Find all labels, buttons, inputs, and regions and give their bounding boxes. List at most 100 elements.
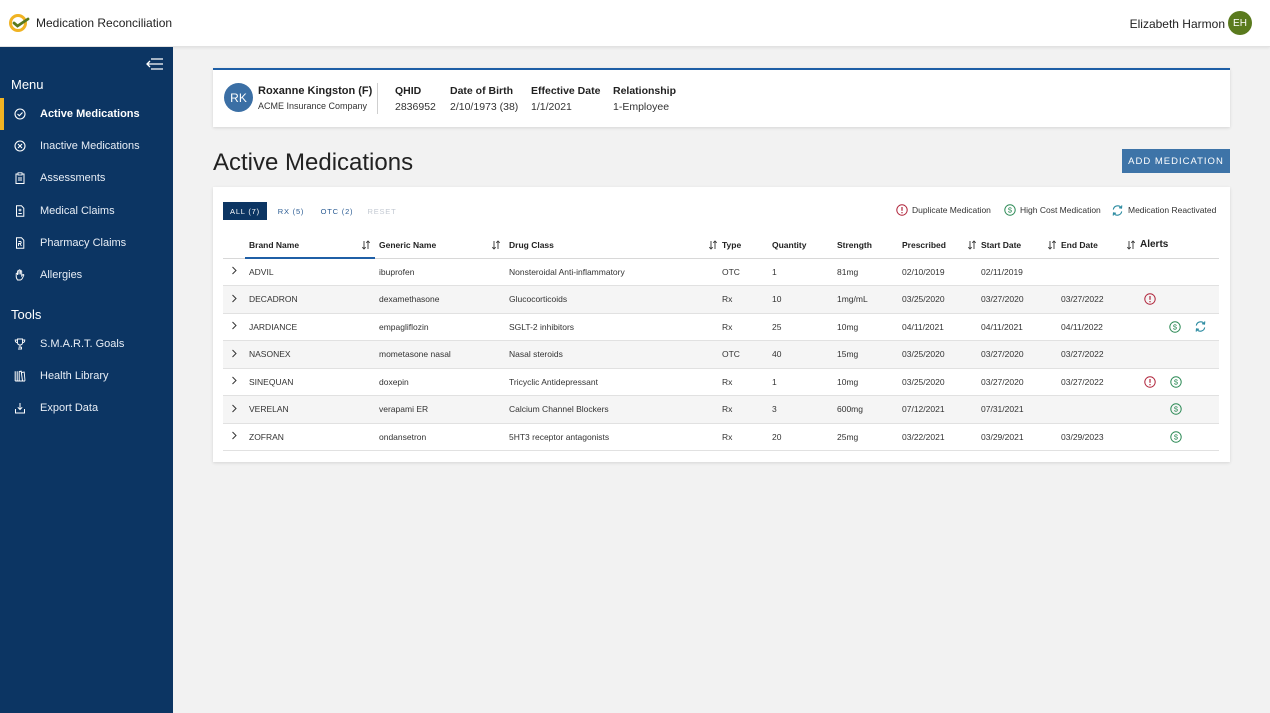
sort-icon[interactable] [1126, 240, 1136, 250]
patient-field-relationship: Relationship 1-Employee [613, 85, 676, 113]
table-row[interactable]: NASONEX mometasone nasal Nasal steroids OTC… [223, 340, 1219, 369]
header-generic-name[interactable]: Generic Name [375, 232, 505, 259]
trophy-icon [13, 337, 27, 351]
cell-drug-class: Nonsteroidal Anti-inflammatory [505, 258, 722, 286]
cell-brand: ADVIL [245, 258, 375, 286]
dollar-circle-icon[interactable]: $ [1169, 320, 1194, 334]
header-prescribed[interactable]: Prescribed [902, 232, 981, 259]
sort-icon[interactable] [708, 240, 718, 250]
table-row[interactable]: JARDIANCE empagliflozin SGLT-2 inhibitors R… [223, 313, 1219, 341]
sidebar: Menu Active Medications Inactive Medicat… [0, 47, 173, 713]
header-start-date[interactable]: Start Date [981, 232, 1061, 259]
expand-row-cell[interactable] [223, 368, 245, 396]
sidebar-item-label: Health Library [40, 370, 109, 382]
expand-row-cell[interactable] [223, 285, 245, 314]
sidebar-item-allergies[interactable]: Allergies [0, 259, 173, 291]
cell-start: 07/31/2021 [981, 395, 1061, 424]
table-row[interactable]: DECADRON dexamethasone Glucocorticoids Rx 10… [223, 285, 1219, 314]
menu-section-label: Menu [11, 77, 44, 92]
sidebar-item-inactive-medications[interactable]: Inactive Medications [0, 130, 173, 162]
header-label: Type [722, 239, 742, 250]
add-medication-button[interactable]: ADD MEDICATION [1122, 149, 1230, 173]
header-type: Type [722, 232, 772, 259]
field-label: QHID [395, 85, 422, 97]
filter-otc[interactable]: OTC (2) [316, 202, 358, 220]
svg-text:$: $ [1174, 405, 1179, 414]
cell-prescribed: 03/25/2020 [902, 285, 981, 314]
sidebar-item-medical-claims[interactable]: Medical Claims [0, 195, 173, 227]
sort-icon[interactable] [967, 240, 977, 250]
expand-row-cell[interactable] [223, 258, 245, 286]
duplicate-alert-icon[interactable] [1144, 375, 1170, 389]
chevron-right-icon[interactable] [230, 431, 238, 440]
cell-quantity: 20 [772, 423, 837, 451]
header-brand-name[interactable]: Brand Name [245, 232, 375, 259]
table-row[interactable]: ADVIL ibuprofen Nonsteroidal Anti-inflamma… [223, 258, 1219, 286]
header-alerts: Alerts [1140, 232, 1219, 259]
filter-reset[interactable]: RESET [363, 202, 401, 220]
header-label: Quantity [772, 239, 807, 250]
collapse-menu-icon[interactable] [146, 57, 164, 71]
cell-alerts [1140, 258, 1219, 286]
field-value: 1/1/2021 [531, 101, 572, 113]
header-label: Prescribed [902, 239, 946, 250]
app-title: Medication Reconciliation [36, 16, 173, 30]
cell-brand: NASONEX [245, 340, 375, 369]
field-label: Date of Birth [450, 85, 513, 97]
sort-icon[interactable] [491, 240, 501, 250]
dollar-circle-icon[interactable]: $ [1170, 375, 1196, 389]
chevron-right-icon[interactable] [230, 321, 238, 330]
cell-alerts: $ [1140, 313, 1219, 341]
chevron-right-icon[interactable] [230, 266, 238, 275]
cell-generic: dexamethasone [375, 285, 505, 314]
filter-rx[interactable]: RX (5) [271, 202, 311, 220]
header-drug-class[interactable]: Drug Class [505, 232, 722, 259]
sidebar-item-smart-goals[interactable]: S.M.A.R.T. Goals [0, 328, 173, 360]
expand-row-cell[interactable] [223, 423, 245, 451]
chevron-right-icon[interactable] [230, 349, 238, 358]
svg-text:$: $ [1008, 206, 1013, 215]
sidebar-item-label: S.M.A.R.T. Goals [40, 338, 125, 350]
expand-row-cell[interactable] [223, 340, 245, 369]
cell-type: Rx [722, 395, 772, 424]
cell-start: 03/27/2020 [981, 285, 1061, 314]
refresh-icon[interactable] [1194, 320, 1219, 334]
header-strength: Strength [837, 232, 902, 259]
sort-icon[interactable] [1047, 240, 1057, 250]
sidebar-item-health-library[interactable]: Health Library [0, 360, 173, 392]
cell-end: 04/11/2022 [1061, 313, 1140, 341]
legend-reactivated-label: Medication Reactivated [1128, 205, 1217, 215]
user-name[interactable]: Elizabeth Harmon [1130, 17, 1225, 31]
svg-text:$: $ [1174, 377, 1179, 386]
user-avatar[interactable]: EH [1228, 11, 1252, 35]
table-row[interactable]: VERELAN verapami ER Calcium Channel Blocke… [223, 395, 1219, 424]
cell-type: Rx [722, 285, 772, 314]
field-value: 1-Employee [613, 101, 670, 113]
cell-quantity: 40 [772, 340, 837, 369]
sidebar-item-export-data[interactable]: Export Data [0, 392, 173, 424]
cell-generic: verapami ER [375, 395, 505, 424]
expand-row-cell[interactable] [223, 395, 245, 424]
sidebar-item-pharmacy-claims[interactable]: Pharmacy Claims [0, 227, 173, 259]
sidebar-item-assessments[interactable]: Assessments [0, 162, 173, 194]
chevron-right-icon[interactable] [230, 294, 238, 303]
chevron-right-icon[interactable] [230, 404, 238, 413]
header-quantity: Quantity [772, 232, 837, 259]
dollar-circle-icon[interactable]: $ [1170, 430, 1196, 444]
cell-strength: 81mg [837, 258, 902, 286]
duplicate-alert-icon[interactable] [1144, 292, 1170, 306]
sort-icon[interactable] [361, 240, 371, 250]
table-row[interactable]: SINEQUAN doxepin Tricyclic Antidepressant R… [223, 368, 1219, 396]
expand-row-cell[interactable] [223, 313, 245, 341]
dollar-circle-icon[interactable]: $ [1170, 402, 1196, 416]
cell-type: Rx [722, 368, 772, 396]
sidebar-item-label: Inactive Medications [40, 140, 140, 152]
header-end-date[interactable]: End Date [1061, 232, 1140, 259]
sidebar-item-active-medications[interactable]: Active Medications [0, 98, 173, 130]
table-row[interactable]: ZOFRAN ondansetron 5HT3 receptor antagonis… [223, 423, 1219, 451]
cell-strength: 10mg [837, 368, 902, 396]
chevron-right-icon[interactable] [230, 376, 238, 385]
filter-all[interactable]: ALL (7) [223, 202, 267, 220]
cell-prescribed: 03/22/2021 [902, 423, 981, 451]
cell-prescribed: 02/10/2019 [902, 258, 981, 286]
